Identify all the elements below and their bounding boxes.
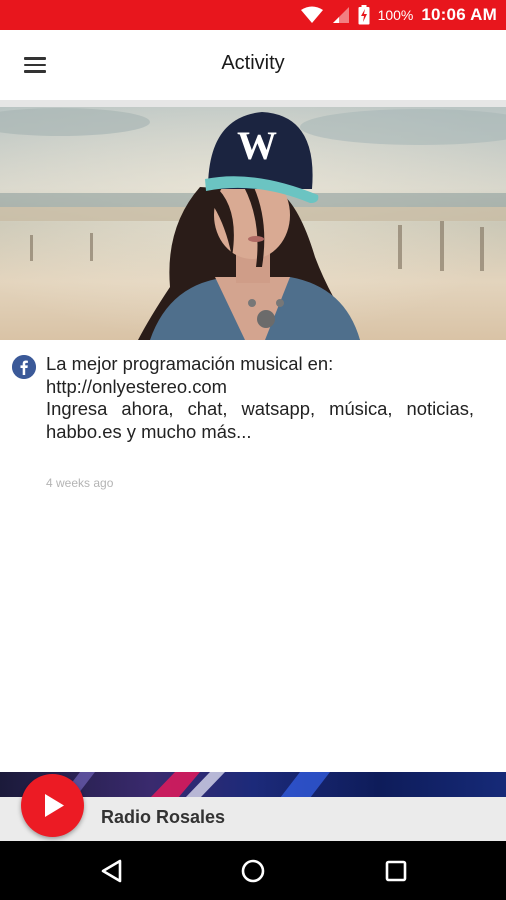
post-text: La mejor programación musical en: http:/… <box>46 353 474 443</box>
battery-percentage: 100% <box>377 7 414 23</box>
battery-charging-icon <box>358 5 370 25</box>
hero-image: W <box>0 107 506 340</box>
clock: 10:06 AM <box>421 5 497 24</box>
wifi-icon <box>300 6 323 23</box>
status-icons: 100% 10:06 AM <box>300 0 497 30</box>
facebook-icon <box>12 355 36 379</box>
svg-text:W: W <box>237 123 277 168</box>
post-timestamp: 4 weeks ago <box>46 476 114 490</box>
signal-icon <box>332 7 349 23</box>
navigation-bar <box>0 841 506 900</box>
home-icon[interactable] <box>233 853 273 889</box>
app-bar: Activity <box>0 30 506 100</box>
station-name: Radio Rosales <box>101 807 226 827</box>
play-button[interactable] <box>21 774 84 837</box>
back-icon[interactable] <box>92 853 132 889</box>
play-icon <box>45 794 64 817</box>
status-bar: 100% 10:06 AM <box>0 0 506 30</box>
app-bar-divider <box>0 100 506 107</box>
post-line: La mejor programación musical en: <box>46 353 334 374</box>
activity-post[interactable]: La mejor programación musical en: http:/… <box>0 340 506 500</box>
post-line: Ingresa ahora, chat, watsapp, música, no… <box>46 398 474 419</box>
recents-icon[interactable] <box>376 853 416 889</box>
post-line: habbo.es y mucho más... <box>46 420 252 442</box>
page-title: Activity <box>221 52 285 74</box>
post-link[interactable]: http://onlyestereo.com <box>46 376 474 399</box>
